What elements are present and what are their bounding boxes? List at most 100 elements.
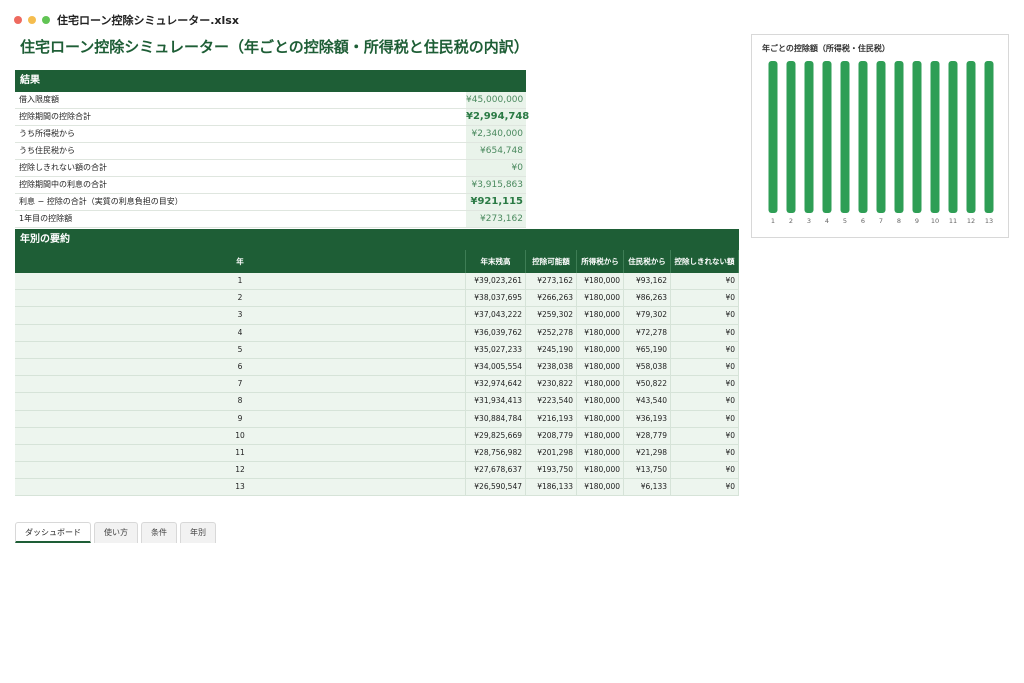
cell-deduction[interactable]: ¥273,162 bbox=[526, 273, 577, 290]
cell-resident-tax[interactable]: ¥50,822 bbox=[624, 376, 671, 393]
cell-resident-tax[interactable]: ¥65,190 bbox=[624, 341, 671, 358]
cell-not-deducted[interactable]: ¥0 bbox=[671, 290, 739, 307]
result-value[interactable]: ¥921,115 bbox=[466, 194, 526, 210]
cell-not-deducted[interactable]: ¥0 bbox=[671, 427, 739, 444]
cell-income-tax[interactable]: ¥180,000 bbox=[577, 393, 624, 410]
result-label[interactable]: うち住民税から bbox=[15, 143, 466, 159]
chart-bar[interactable] bbox=[804, 61, 814, 213]
cell-balance[interactable]: ¥30,884,784 bbox=[466, 410, 526, 427]
result-label[interactable]: 利息 − 控除の合計（実質の利息負担の目安） bbox=[15, 194, 466, 210]
cell-not-deducted[interactable]: ¥0 bbox=[671, 462, 739, 479]
sheet-tab[interactable]: 条件 bbox=[141, 522, 177, 543]
cell-income-tax[interactable]: ¥180,000 bbox=[577, 410, 624, 427]
cell-income-tax[interactable]: ¥180,000 bbox=[577, 324, 624, 341]
cell-deduction[interactable]: ¥216,193 bbox=[526, 410, 577, 427]
cell-income-tax[interactable]: ¥180,000 bbox=[577, 427, 624, 444]
chart-bar[interactable] bbox=[876, 61, 886, 213]
cell-income-tax[interactable]: ¥180,000 bbox=[577, 290, 624, 307]
result-value[interactable]: ¥3,915,863 bbox=[466, 177, 526, 193]
cell-year[interactable]: 13 bbox=[15, 479, 466, 496]
cell-resident-tax[interactable]: ¥6,133 bbox=[624, 479, 671, 496]
cell-deduction[interactable]: ¥266,263 bbox=[526, 290, 577, 307]
cell-deduction[interactable]: ¥193,750 bbox=[526, 462, 577, 479]
chart-bar[interactable] bbox=[912, 61, 922, 213]
cell-year[interactable]: 12 bbox=[15, 462, 466, 479]
cell-deduction[interactable]: ¥223,540 bbox=[526, 393, 577, 410]
column-header-not-deducted[interactable]: 控除しきれない額 bbox=[671, 250, 739, 273]
cell-deduction[interactable]: ¥259,302 bbox=[526, 307, 577, 324]
result-value[interactable]: ¥273,162 bbox=[466, 211, 526, 227]
result-label[interactable]: 控除しきれない額の合計 bbox=[15, 160, 466, 176]
cell-resident-tax[interactable]: ¥21,298 bbox=[624, 444, 671, 462]
cell-income-tax[interactable]: ¥180,000 bbox=[577, 462, 624, 479]
sheet-tab[interactable]: 使い方 bbox=[94, 522, 138, 543]
cell-resident-tax[interactable]: ¥58,038 bbox=[624, 358, 671, 376]
cell-income-tax[interactable]: ¥180,000 bbox=[577, 341, 624, 358]
result-value[interactable]: ¥2,340,000 bbox=[466, 126, 526, 142]
column-header-income-tax[interactable]: 所得税から bbox=[577, 250, 624, 273]
cell-balance[interactable]: ¥39,023,261 bbox=[466, 273, 526, 290]
cell-resident-tax[interactable]: ¥86,263 bbox=[624, 290, 671, 307]
cell-resident-tax[interactable]: ¥72,278 bbox=[624, 324, 671, 341]
chart-bar[interactable] bbox=[948, 61, 958, 213]
cell-year[interactable]: 11 bbox=[15, 444, 466, 462]
cell-balance[interactable]: ¥32,974,642 bbox=[466, 376, 526, 393]
cell-income-tax[interactable]: ¥180,000 bbox=[577, 479, 624, 496]
cell-balance[interactable]: ¥35,027,233 bbox=[466, 341, 526, 358]
chart-bar[interactable] bbox=[822, 61, 832, 213]
result-label[interactable]: うち所得税から bbox=[15, 126, 466, 142]
cell-balance[interactable]: ¥34,005,554 bbox=[466, 358, 526, 376]
cell-deduction[interactable]: ¥201,298 bbox=[526, 444, 577, 462]
deduction-chart-panel[interactable]: 年ごとの控除額（所得税・住民税） 1 2 3 4 5 6 7 8 9 10 11 12 13 bbox=[751, 34, 1009, 238]
cell-not-deducted[interactable]: ¥0 bbox=[671, 358, 739, 376]
result-value[interactable]: ¥654,748 bbox=[466, 143, 526, 159]
result-value[interactable]: ¥45,000,000 bbox=[466, 92, 526, 108]
cell-not-deducted[interactable]: ¥0 bbox=[671, 324, 739, 341]
cell-year[interactable]: 1 bbox=[15, 273, 466, 290]
cell-balance[interactable]: ¥27,678,637 bbox=[466, 462, 526, 479]
cell-income-tax[interactable]: ¥180,000 bbox=[577, 444, 624, 462]
cell-resident-tax[interactable]: ¥36,193 bbox=[624, 410, 671, 427]
cell-deduction[interactable]: ¥252,278 bbox=[526, 324, 577, 341]
cell-balance[interactable]: ¥29,825,669 bbox=[466, 427, 526, 444]
column-header-year[interactable]: 年 bbox=[15, 250, 466, 273]
cell-balance[interactable]: ¥36,039,762 bbox=[466, 324, 526, 341]
chart-bar[interactable] bbox=[930, 61, 940, 213]
cell-year[interactable]: 8 bbox=[15, 393, 466, 410]
column-header-deduction[interactable]: 控除可能額 bbox=[526, 250, 577, 273]
chart-bar[interactable] bbox=[858, 61, 868, 213]
cell-resident-tax[interactable]: ¥79,302 bbox=[624, 307, 671, 324]
cell-year[interactable]: 2 bbox=[15, 290, 466, 307]
cell-deduction[interactable]: ¥186,133 bbox=[526, 479, 577, 496]
cell-not-deducted[interactable]: ¥0 bbox=[671, 376, 739, 393]
chart-bar[interactable] bbox=[984, 61, 994, 213]
cell-deduction[interactable]: ¥245,190 bbox=[526, 341, 577, 358]
cell-balance[interactable]: ¥26,590,547 bbox=[466, 479, 526, 496]
cell-income-tax[interactable]: ¥180,000 bbox=[577, 307, 624, 324]
chart-bar[interactable] bbox=[768, 61, 778, 213]
cell-income-tax[interactable]: ¥180,000 bbox=[577, 376, 624, 393]
result-value[interactable]: ¥0 bbox=[466, 160, 526, 176]
cell-resident-tax[interactable]: ¥13,750 bbox=[624, 462, 671, 479]
cell-balance[interactable]: ¥37,043,222 bbox=[466, 307, 526, 324]
cell-year[interactable]: 5 bbox=[15, 341, 466, 358]
cell-income-tax[interactable]: ¥180,000 bbox=[577, 358, 624, 376]
cell-income-tax[interactable]: ¥180,000 bbox=[577, 273, 624, 290]
cell-resident-tax[interactable]: ¥43,540 bbox=[624, 393, 671, 410]
minimize-window-button[interactable] bbox=[28, 16, 36, 24]
sheet-tab[interactable]: 年別 bbox=[180, 522, 216, 543]
cell-not-deducted[interactable]: ¥0 bbox=[671, 479, 739, 496]
cell-deduction[interactable]: ¥238,038 bbox=[526, 358, 577, 376]
cell-year[interactable]: 9 bbox=[15, 410, 466, 427]
result-label[interactable]: 1年目の控除額 bbox=[15, 211, 466, 227]
cell-not-deducted[interactable]: ¥0 bbox=[671, 307, 739, 324]
cell-year[interactable]: 10 bbox=[15, 427, 466, 444]
chart-bar[interactable] bbox=[840, 61, 850, 213]
chart-bar[interactable] bbox=[894, 61, 904, 213]
column-header-balance[interactable]: 年末残高 bbox=[466, 250, 526, 273]
cell-balance[interactable]: ¥28,756,982 bbox=[466, 444, 526, 462]
cell-deduction[interactable]: ¥208,779 bbox=[526, 427, 577, 444]
cell-year[interactable]: 4 bbox=[15, 324, 466, 341]
cell-not-deducted[interactable]: ¥0 bbox=[671, 410, 739, 427]
cell-not-deducted[interactable]: ¥0 bbox=[671, 393, 739, 410]
